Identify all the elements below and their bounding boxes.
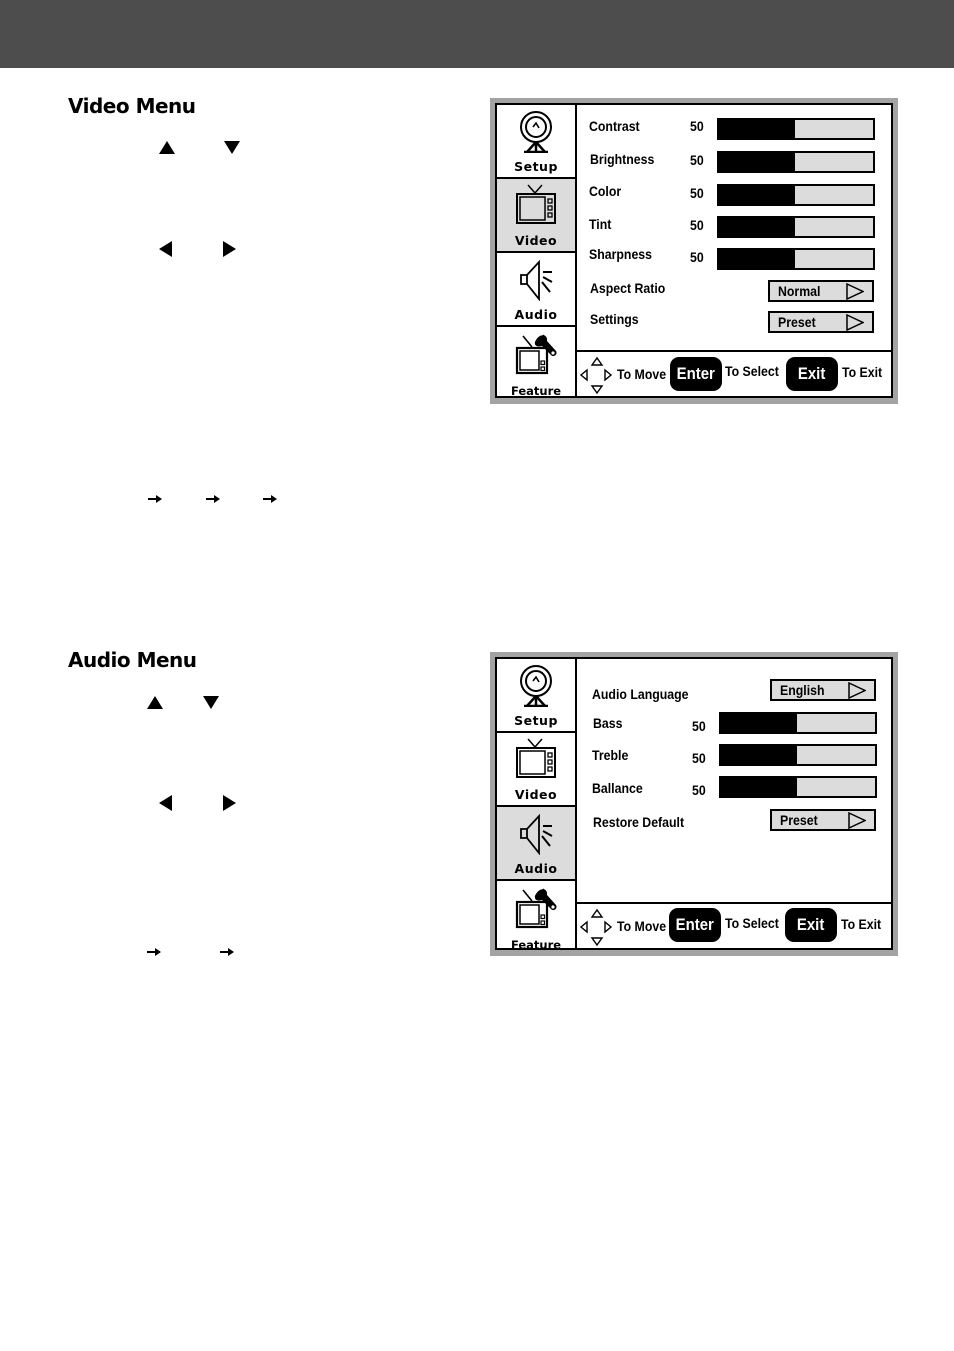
settings-select[interactable]: Preset [768, 311, 874, 333]
sidebar-item-feature[interactable]: Feature [497, 881, 575, 955]
left-arrow-icon [159, 795, 172, 811]
flow-arrow-icon [263, 495, 277, 503]
right-arrow-icon [223, 241, 236, 257]
contrast-slider[interactable] [717, 118, 875, 140]
speaker-icon [520, 813, 553, 855]
speaker-icon [520, 259, 553, 301]
sidebar-item-video[interactable]: Video [497, 733, 575, 807]
slider-fill [717, 216, 795, 238]
sharpness-slider[interactable] [717, 248, 875, 270]
down-arrow-icon [203, 696, 219, 709]
video-menu-osd: Setup Video Audio Feature Contrast 50 Br… [490, 98, 898, 404]
sidebar-item-feature[interactable]: Feature [497, 327, 575, 401]
move-hint: To Move [617, 918, 667, 934]
select-hint: To Select [725, 915, 779, 931]
slider-fill [717, 151, 795, 173]
right-arrow-icon [223, 795, 236, 811]
flow-arrow-icon [206, 495, 220, 503]
left-arrow-icon [159, 241, 172, 257]
audio-settings-panel: Audio Language English Bass 50 Treble 50… [577, 659, 891, 948]
flow-arrow-icon [148, 495, 162, 503]
flow-arrow-icon [147, 948, 161, 956]
page-header-band [0, 0, 954, 68]
slider-fill [717, 184, 795, 206]
balance-slider[interactable] [719, 776, 877, 798]
satellite-dish-icon [520, 111, 552, 153]
play-arrow-icon [848, 812, 866, 829]
video-menu-heading: Video Menu [68, 94, 196, 118]
select-hint: To Select [725, 363, 779, 379]
video-settings-panel: Contrast 50 Brightness 50 Color 50 Tint … [577, 105, 891, 396]
tv-icon [516, 184, 556, 224]
play-arrow-icon [848, 682, 866, 699]
dpad-icon [579, 908, 613, 946]
tv-icon [516, 738, 556, 778]
treble-slider[interactable] [719, 744, 877, 766]
brightness-slider[interactable] [717, 151, 875, 173]
bass-slider[interactable] [719, 712, 877, 734]
slider-fill [719, 712, 797, 734]
audio-menu-heading: Audio Menu [68, 648, 197, 672]
sidebar-item-video[interactable]: Video [497, 179, 575, 253]
osd-sidebar: Setup Video Audio Feature [497, 659, 577, 952]
play-arrow-icon [846, 283, 864, 300]
dpad-icon [579, 356, 613, 394]
up-arrow-icon [159, 141, 175, 154]
sidebar-item-audio[interactable]: Audio [497, 253, 575, 327]
osd-footer: To Move Enter To Select Exit To Exit [577, 902, 891, 948]
enter-key-badge: Enter [669, 908, 721, 942]
sidebar-item-setup[interactable]: Setup [497, 659, 575, 733]
slider-fill [717, 118, 795, 140]
enter-key-badge: Enter [670, 357, 722, 391]
slider-fill [717, 248, 795, 270]
audio-menu-osd: Setup Video Audio Feature Audio Language… [490, 652, 898, 956]
slider-fill [719, 744, 797, 766]
tv-wrench-icon [515, 888, 557, 929]
restore-default-select[interactable]: Preset [770, 809, 876, 831]
up-arrow-icon [147, 696, 163, 709]
play-arrow-icon [846, 314, 864, 331]
flow-arrow-icon [220, 948, 234, 956]
satellite-dish-icon [520, 665, 552, 707]
move-hint: To Move [617, 366, 667, 382]
aspect-ratio-select[interactable]: Normal [768, 280, 874, 302]
tv-wrench-icon [515, 334, 557, 375]
audio-language-select[interactable]: English [770, 679, 876, 701]
sidebar-item-setup[interactable]: Setup [497, 105, 575, 179]
osd-sidebar: Setup Video Audio Feature [497, 105, 577, 398]
exit-hint: To Exit [842, 364, 883, 380]
tint-slider[interactable] [717, 216, 875, 238]
exit-hint: To Exit [841, 916, 882, 932]
osd-footer: To Move Enter To Select Exit To Exit [577, 350, 891, 396]
color-slider[interactable] [717, 184, 875, 206]
slider-fill [719, 776, 797, 798]
exit-key-badge: Exit [785, 908, 837, 942]
sidebar-item-audio[interactable]: Audio [497, 807, 575, 881]
exit-key-badge: Exit [786, 357, 838, 391]
down-arrow-icon [224, 141, 240, 154]
